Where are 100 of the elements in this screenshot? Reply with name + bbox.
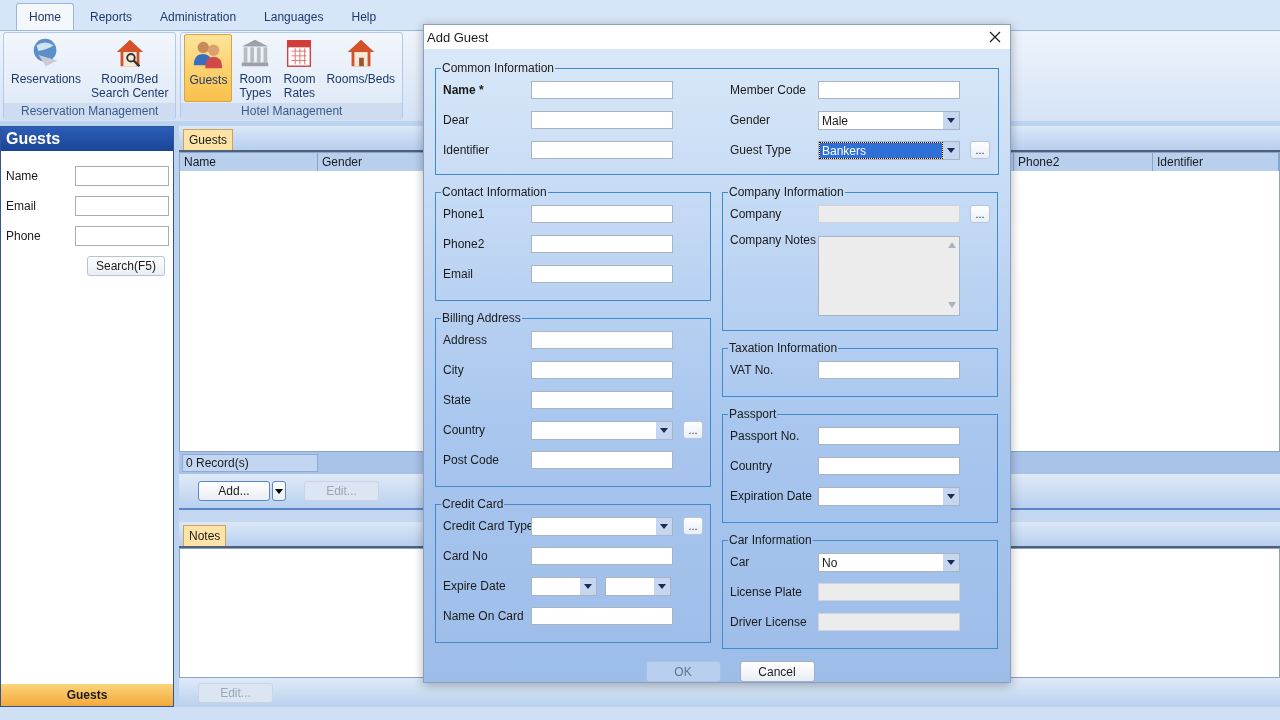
dropdown-field[interactable]: Bankers — [818, 140, 960, 160]
panel-tab[interactable]: Notes — [183, 525, 227, 546]
field-label: Member Code — [730, 83, 808, 97]
column-header[interactable]: Name — [180, 153, 318, 171]
dropdown-field[interactable] — [531, 420, 673, 440]
ribbon-button[interactable]: Rooms/Beds — [322, 34, 400, 102]
group-title: Common Information — [441, 61, 556, 75]
ribbon-tab[interactable]: Administration — [148, 4, 249, 30]
field-label: Company Notes — [730, 233, 818, 247]
dropdown-field[interactable] — [531, 516, 673, 536]
dropdown-field[interactable]: No — [818, 552, 960, 572]
dropdown-field[interactable]: Male — [818, 110, 960, 130]
panel-title: Guests — [1, 127, 173, 151]
caret-icon — [584, 583, 592, 589]
field-label: State — [443, 393, 473, 407]
browse-button[interactable]: ... — [683, 421, 703, 439]
field-label: Dear — [443, 113, 470, 127]
field-label: Phone — [6, 229, 42, 243]
ribbon-button[interactable]: Reservations — [7, 34, 86, 102]
input-field[interactable] — [531, 331, 673, 349]
input-field[interactable] — [531, 81, 673, 99]
input-field[interactable] — [531, 451, 673, 469]
input-field[interactable] — [75, 166, 169, 186]
field-label: Phone2 — [443, 237, 486, 251]
group-title: Passport — [728, 407, 778, 421]
dropdown-field[interactable] — [818, 486, 960, 506]
field-label: License Plate — [730, 585, 804, 599]
browse-button[interactable]: ... — [970, 141, 990, 159]
ribbon-tab[interactable]: Help — [339, 4, 389, 30]
input-field[interactable] — [818, 427, 960, 445]
caret-icon — [947, 117, 955, 123]
field-label: Name * — [443, 83, 485, 97]
search-button[interactable]: Search(F5) — [86, 256, 165, 276]
input-field[interactable] — [531, 205, 673, 223]
field-label: Address — [443, 333, 489, 347]
field-label: Passport No. — [730, 429, 801, 443]
ribbon-tab[interactable]: Languages — [252, 4, 336, 30]
input-field[interactable] — [531, 607, 673, 625]
column-header[interactable]: Phone2 — [1014, 153, 1153, 171]
field-label: Car — [730, 555, 751, 569]
caret-icon — [947, 493, 955, 499]
add-button[interactable]: Add... — [198, 481, 270, 501]
field-label: City — [443, 363, 465, 377]
browse-button[interactable]: ... — [683, 517, 703, 535]
close-icon[interactable] — [989, 31, 1001, 43]
group-title: Credit Card — [441, 497, 505, 511]
input-field[interactable] — [818, 457, 960, 475]
field-label: Country — [443, 423, 487, 437]
scrollbar-icon — [947, 240, 957, 310]
group-title: Company Information — [728, 185, 845, 199]
field-label: Expiration Date — [730, 489, 814, 503]
field-label: Name On Card — [443, 609, 525, 623]
dialog-title: Add Guest — [427, 29, 489, 45]
field-label: Company — [730, 207, 783, 221]
dropdown-button[interactable] — [272, 481, 286, 501]
ribbon-tab[interactable]: Reports — [78, 4, 145, 30]
field-label: Name — [6, 169, 39, 183]
group-title: Billing Address — [441, 311, 522, 325]
field-label: Country — [730, 459, 774, 473]
panel-tab[interactable]: Guests — [183, 129, 233, 150]
input-field[interactable] — [531, 391, 673, 409]
input-field[interactable] — [531, 361, 673, 379]
input-field[interactable] — [75, 196, 169, 216]
group-title: Contact Information — [441, 185, 548, 199]
input-field[interactable] — [818, 361, 960, 379]
ribbon-button[interactable]: Guests — [184, 34, 233, 102]
field-label: Phone1 — [443, 207, 486, 221]
ribbon-button[interactable]: Room/Bed Search Center — [87, 34, 173, 102]
caret-icon — [275, 488, 283, 494]
input-field[interactable] — [531, 235, 673, 253]
field-label: Gender — [730, 113, 772, 127]
navigation-button[interactable]: Guests — [1, 684, 173, 706]
input-field[interactable] — [531, 111, 673, 129]
field-label: Identifier — [443, 143, 491, 157]
field-label: Email — [6, 199, 37, 213]
caret-icon — [658, 583, 666, 589]
ribbon-button[interactable]: Room Rates — [278, 34, 321, 102]
input-field[interactable] — [531, 141, 673, 159]
group-title: Taxation Information — [728, 341, 839, 355]
caret-icon — [660, 427, 668, 433]
ribbon-tab[interactable]: Home — [16, 3, 74, 30]
column-header[interactable]: Identifier — [1153, 153, 1279, 171]
field-label: Post Code — [443, 453, 501, 467]
dropdown-field[interactable] — [531, 576, 597, 596]
caret-icon — [660, 523, 668, 529]
input-field[interactable] — [531, 265, 673, 283]
field-label: Email — [443, 267, 474, 281]
input-field[interactable] — [531, 547, 673, 565]
caret-icon — [947, 559, 955, 565]
dropdown-field[interactable] — [605, 576, 671, 596]
field-label: VAT No. — [730, 363, 775, 377]
field-label: Driver License — [730, 615, 808, 629]
group-title: Hotel Management — [181, 103, 403, 120]
field-label: Guest Type — [730, 143, 793, 157]
input-field[interactable] — [818, 81, 960, 99]
input-field[interactable] — [75, 226, 169, 246]
field-label: Card No — [443, 549, 489, 563]
ribbon-button[interactable]: Room Types — [234, 34, 277, 102]
record-count: 0 Record(s) — [182, 454, 318, 472]
cancel-button[interactable]: Cancel — [739, 661, 815, 682]
